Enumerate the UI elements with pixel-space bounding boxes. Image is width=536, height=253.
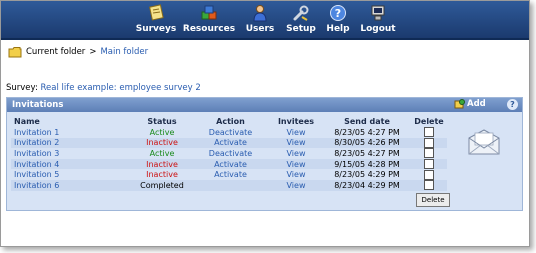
table-row: Invitation 6 Completed View 8/23/04 4:29… — [11, 179, 447, 191]
invitation-name-link[interactable]: Invitation 6 — [11, 179, 132, 191]
header-delete: Delete — [414, 116, 444, 126]
delete-cell — [411, 127, 447, 138]
status-text: Inactive — [132, 169, 192, 180]
delete-checkbox[interactable] — [424, 137, 434, 148]
nav-label: Resources — [182, 24, 236, 34]
nav-users[interactable]: Users — [243, 4, 277, 36]
send-date: 8/23/04 4:29 PM — [323, 179, 411, 191]
delete-cell — [411, 148, 447, 159]
breadcrumb-main-folder-link[interactable]: Main folder — [100, 47, 148, 57]
surveys-icon — [149, 4, 164, 21]
delete-cell — [411, 169, 447, 180]
nav-logout[interactable]: Logout — [360, 4, 396, 36]
action-link[interactable]: Activate — [192, 158, 269, 170]
nav-label: Surveys — [135, 24, 177, 34]
invitees-view-link[interactable]: View — [269, 137, 323, 149]
send-date: 8/23/05 4:27 PM — [323, 148, 411, 159]
action-link — [192, 179, 269, 191]
breadcrumb: Current folder > Main folder — [8, 44, 148, 60]
nav-resources[interactable]: Resources — [182, 4, 236, 36]
table-row: Invitation 1 Active Deactivate View 8/23… — [11, 127, 447, 138]
header-action: Action — [216, 116, 245, 126]
nav-label: Logout — [360, 24, 396, 34]
table-row: Invitation 3 Active Deactivate View 8/23… — [11, 148, 447, 159]
action-link[interactable]: Activate — [192, 169, 269, 180]
delete-checkbox[interactable] — [424, 169, 434, 180]
delete-cell — [411, 158, 447, 170]
action-link[interactable]: Activate — [192, 137, 269, 149]
panel-header: Invitations Add ? — [7, 98, 522, 112]
table-header-row: Name Status Action Invitees Send date De… — [11, 115, 447, 127]
invitations-panel: Invitations Add ? Name Status Action Inv… — [6, 97, 523, 211]
invitation-name-link[interactable]: Invitation 4 — [11, 158, 132, 170]
survey-label: Survey: — [6, 83, 38, 93]
header-name: Name — [14, 116, 40, 126]
resources-icon — [201, 5, 217, 20]
invitees-view-link[interactable]: View — [269, 179, 323, 191]
table-row: Invitation 4 Inactive Activate View 9/15… — [11, 158, 447, 170]
breadcrumb-separator: > — [89, 47, 97, 57]
add-invitation-button[interactable]: Add — [454, 99, 486, 109]
invitation-name-link[interactable]: Invitation 5 — [11, 169, 132, 180]
delete-checkbox[interactable] — [424, 159, 434, 170]
nav-help[interactable]: ? Help — [324, 4, 352, 36]
users-icon — [253, 5, 267, 22]
table-row: Invitation 5 Inactive Activate View 8/23… — [11, 169, 447, 180]
invitees-view-link[interactable]: View — [269, 148, 323, 159]
header-invitees: Invitees — [277, 116, 315, 126]
setup-icon — [293, 5, 309, 21]
action-link[interactable]: Deactivate — [192, 127, 269, 138]
nav-setup[interactable]: Setup — [284, 4, 318, 36]
add-label: Add — [467, 99, 486, 109]
add-icon — [454, 99, 465, 109]
delete-cell — [411, 179, 447, 191]
delete-checkbox[interactable] — [424, 127, 434, 138]
action-link[interactable]: Deactivate — [192, 148, 269, 159]
survey-name-link[interactable]: Real life example: employee survey 2 — [41, 83, 201, 93]
table-row: Invitation 2 Inactive Activate View 8/30… — [11, 137, 447, 149]
status-text: Inactive — [132, 137, 192, 149]
header-send-date: Send date — [344, 116, 390, 126]
delete-checkbox[interactable] — [424, 180, 434, 191]
delete-button[interactable]: Delete — [416, 193, 450, 207]
nav-label: Setup — [286, 24, 316, 34]
panel-help-button[interactable]: ? — [507, 99, 518, 110]
envelope-icon — [468, 129, 500, 155]
status-text: Active — [132, 127, 192, 138]
invitees-view-link[interactable]: View — [269, 127, 323, 138]
logout-icon — [371, 5, 385, 21]
send-date: 8/30/05 4:26 PM — [323, 137, 411, 149]
invitation-name-link[interactable]: Invitation 3 — [11, 148, 132, 159]
nav-label: Help — [326, 24, 350, 34]
panel-title: Invitations — [12, 100, 64, 110]
app-window: Surveys Resources Users Setup ? Help Log… — [0, 0, 530, 247]
header-status: Status — [147, 116, 177, 126]
svg-text:?: ? — [335, 7, 341, 20]
invitations-table: Name Status Action Invitees Send date De… — [11, 115, 447, 191]
nav-label: Users — [245, 24, 275, 34]
send-date: 8/23/05 4:27 PM — [323, 127, 411, 138]
folder-icon — [8, 47, 22, 58]
send-date: 8/23/05 4:29 PM — [323, 169, 411, 180]
status-text: Completed — [132, 179, 192, 191]
delete-cell — [411, 137, 447, 149]
status-text: Active — [132, 148, 192, 159]
top-nav: Surveys Resources Users Setup ? Help Log… — [1, 1, 529, 40]
nav-surveys[interactable]: Surveys — [132, 4, 180, 36]
delete-checkbox[interactable] — [424, 148, 434, 159]
breadcrumb-current-label: Current folder — [26, 47, 86, 57]
invitation-name-link[interactable]: Invitation 2 — [11, 137, 132, 149]
send-date: 9/15/05 4:28 PM — [323, 158, 411, 170]
help-icon: ? — [330, 5, 346, 21]
invitees-view-link[interactable]: View — [269, 158, 323, 170]
survey-line: Survey: Real life example: employee surv… — [6, 83, 201, 93]
invitees-view-link[interactable]: View — [269, 169, 323, 180]
status-text: Inactive — [132, 158, 192, 170]
invitation-name-link[interactable]: Invitation 1 — [11, 127, 132, 138]
